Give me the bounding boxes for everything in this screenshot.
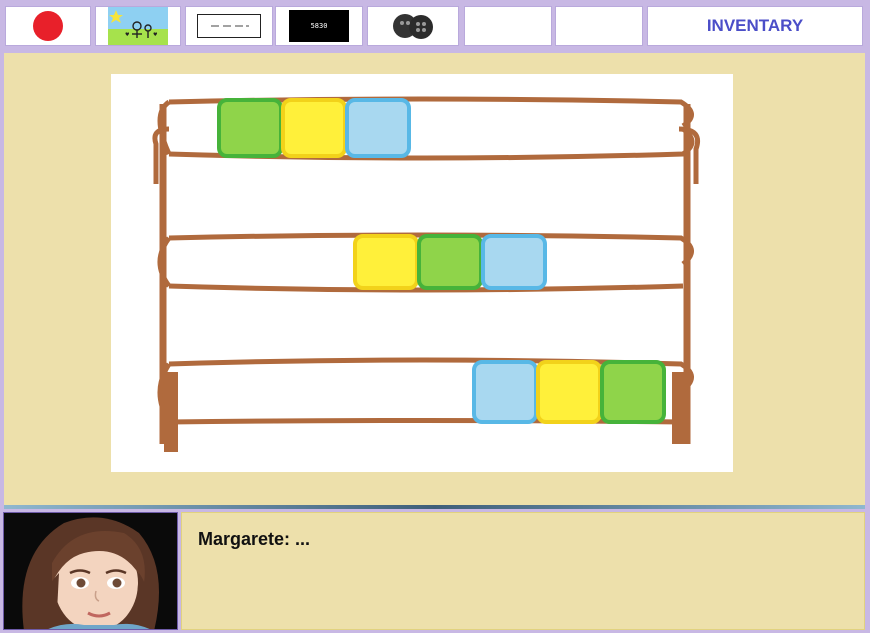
inventory-slot-black-note[interactable]: 5830 bbox=[275, 6, 363, 46]
abacus-bead-green[interactable] bbox=[600, 360, 666, 424]
dialog-text: Margarete... bbox=[198, 529, 310, 550]
abacus-bead-green[interactable] bbox=[417, 234, 483, 290]
white-note-icon bbox=[197, 14, 261, 38]
margarete-avatar bbox=[4, 513, 177, 629]
svg-text:♥: ♥ bbox=[153, 32, 158, 38]
abacus-bead-blue[interactable] bbox=[481, 234, 547, 290]
black-note-code: 5830 bbox=[310, 22, 328, 30]
dialog-speaker: Margarete bbox=[198, 529, 295, 549]
inventory-slot-buttons[interactable] bbox=[367, 6, 459, 46]
child-drawing-icon: ♥ ♥ bbox=[108, 7, 168, 45]
abacus-bead-yellow[interactable] bbox=[281, 98, 347, 158]
buttons-icon bbox=[393, 14, 433, 39]
abacus-illustration[interactable] bbox=[111, 74, 733, 472]
inventory-slot-red-ball[interactable] bbox=[5, 6, 91, 46]
inventory-slot-empty-1[interactable] bbox=[464, 6, 552, 46]
abacus-bead-yellow[interactable] bbox=[353, 234, 419, 290]
black-note-icon: 5830 bbox=[289, 10, 349, 42]
abacus-picture[interactable] bbox=[111, 74, 733, 472]
speaker-portrait bbox=[3, 512, 178, 630]
abacus-bead-yellow[interactable] bbox=[536, 360, 602, 424]
scene-divider bbox=[4, 505, 865, 509]
inventory-slot-white-note[interactable] bbox=[185, 6, 273, 46]
abacus-bead-blue[interactable] bbox=[472, 360, 538, 424]
dialog-line: ... bbox=[295, 529, 311, 549]
inventory-slot-drawing[interactable]: ♥ ♥ bbox=[95, 6, 181, 46]
inventory-bar: ♥ ♥ 5830 INVENTARY bbox=[0, 0, 870, 52]
inventory-title: INVENTARY bbox=[706, 16, 804, 35]
abacus-bead-blue[interactable] bbox=[345, 98, 411, 158]
dialog-box[interactable]: Margarete... bbox=[181, 512, 865, 630]
inventory-title-box: INVENTARY bbox=[647, 6, 863, 46]
abacus-bead-green[interactable] bbox=[217, 98, 283, 158]
red-ball-icon bbox=[33, 11, 63, 41]
svg-text:♥: ♥ bbox=[125, 32, 130, 38]
scene-view bbox=[4, 53, 865, 505]
inventory-slot-empty-2[interactable] bbox=[555, 6, 643, 46]
